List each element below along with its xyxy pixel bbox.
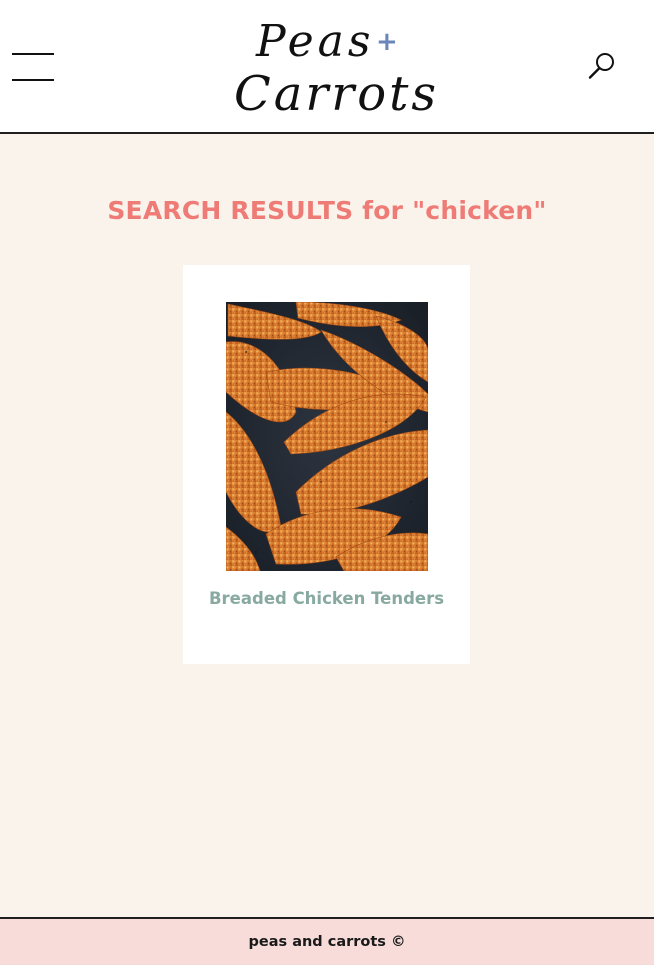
- result-card[interactable]: Breaded Chicken Tenders: [183, 265, 470, 664]
- search-icon[interactable]: [586, 50, 618, 82]
- menu-bar-top: [12, 53, 54, 55]
- hamburger-menu-icon[interactable]: [12, 53, 54, 81]
- search-results-title: SEARCH RESULTS for "chicken": [107, 196, 547, 225]
- logo-line2: Carrots: [234, 66, 439, 122]
- site-header: Peas + Carrots: [0, 0, 654, 134]
- logo-plus: +: [376, 27, 398, 57]
- footer-copyright: peas and carrots ©: [248, 934, 406, 950]
- site-footer: peas and carrots ©: [0, 917, 654, 965]
- logo-line1: Peas: [255, 16, 374, 67]
- breaded-chicken-tenders-photo[interactable]: [226, 302, 428, 571]
- scrollbar[interactable]: [654, 0, 662, 965]
- logo-wordmark: Peas + Carrots: [234, 16, 439, 122]
- result-title-link[interactable]: Breaded Chicken Tenders: [183, 589, 470, 608]
- menu-bar-bottom: [12, 79, 54, 81]
- site-logo[interactable]: Peas + Carrots: [220, 6, 440, 124]
- page: Peas + Carrots SEARCH RESULTS for "chick…: [0, 0, 654, 965]
